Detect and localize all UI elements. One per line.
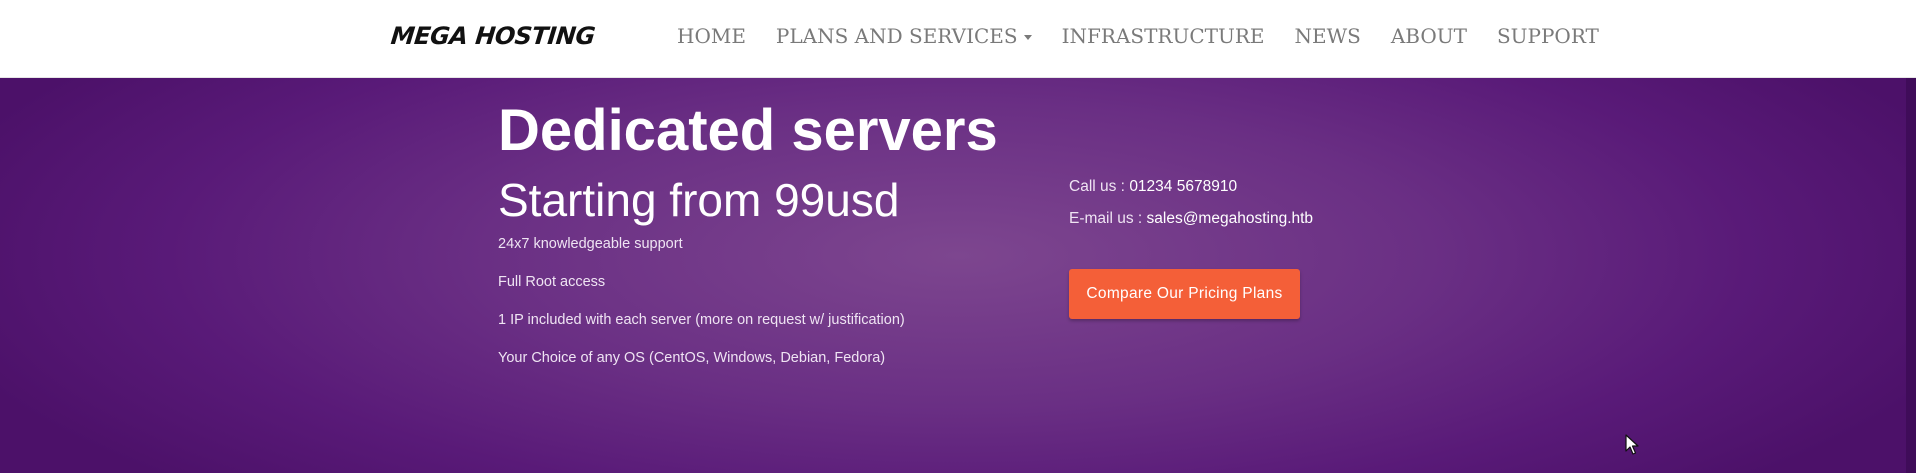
contact-email: E-mail us : sales@megahosting.htb — [1069, 209, 1313, 241]
contact-phone: Call us : 01234 5678910 — [1069, 177, 1313, 209]
nav-item-support[interactable]: SUPPORT — [1497, 24, 1599, 48]
phone-number: 01234 5678910 — [1129, 178, 1238, 195]
brand-logo[interactable]: MEGA HOSTING — [390, 22, 597, 50]
hero-title: Dedicated servers — [498, 98, 998, 163]
nav-item-label: PLANS AND SERVICES — [775, 24, 1018, 48]
main-nav: HOME PLANS AND SERVICES INFRASTRUCTURE N… — [677, 24, 1629, 48]
page: MEGA HOSTING HOME PLANS AND SERVICES INF… — [0, 0, 1916, 473]
email-label: E-mail us : — [1069, 210, 1147, 227]
feature-item: Your Choice of any OS (CentOS, Windows, … — [498, 350, 886, 366]
hero-banner: Dedicated servers Starting from 99usd 24… — [0, 78, 1916, 473]
nav-item-plans-and-services[interactable]: PLANS AND SERVICES — [776, 24, 1032, 48]
phone-label: Call us : — [1069, 178, 1130, 195]
email-address[interactable]: sales@megahosting.htb — [1147, 210, 1314, 227]
feature-item: Full Root access — [498, 274, 606, 290]
page-edge — [1906, 78, 1916, 473]
top-navbar: MEGA HOSTING HOME PLANS AND SERVICES INF… — [0, 0, 1916, 78]
contact-info: Call us : 01234 5678910 E-mail us : sale… — [1069, 177, 1313, 241]
nav-item-about[interactable]: ABOUT — [1391, 24, 1467, 48]
mouse-cursor-icon — [1625, 434, 1639, 455]
hero-subtitle: Starting from 99usd — [498, 174, 900, 226]
feature-item: 1 IP included with each server (more on … — [498, 312, 905, 328]
nav-item-news[interactable]: NEWS — [1294, 24, 1360, 48]
caret-down-icon — [1023, 35, 1032, 40]
compare-pricing-plans-button[interactable]: Compare Our Pricing Plans — [1069, 269, 1300, 319]
nav-item-home[interactable]: HOME — [677, 24, 746, 48]
nav-item-infrastructure[interactable]: INFRASTRUCTURE — [1062, 24, 1265, 48]
feature-list: 24x7 knowledgeable support Full Root acc… — [498, 236, 905, 388]
feature-item: 24x7 knowledgeable support — [498, 236, 683, 252]
